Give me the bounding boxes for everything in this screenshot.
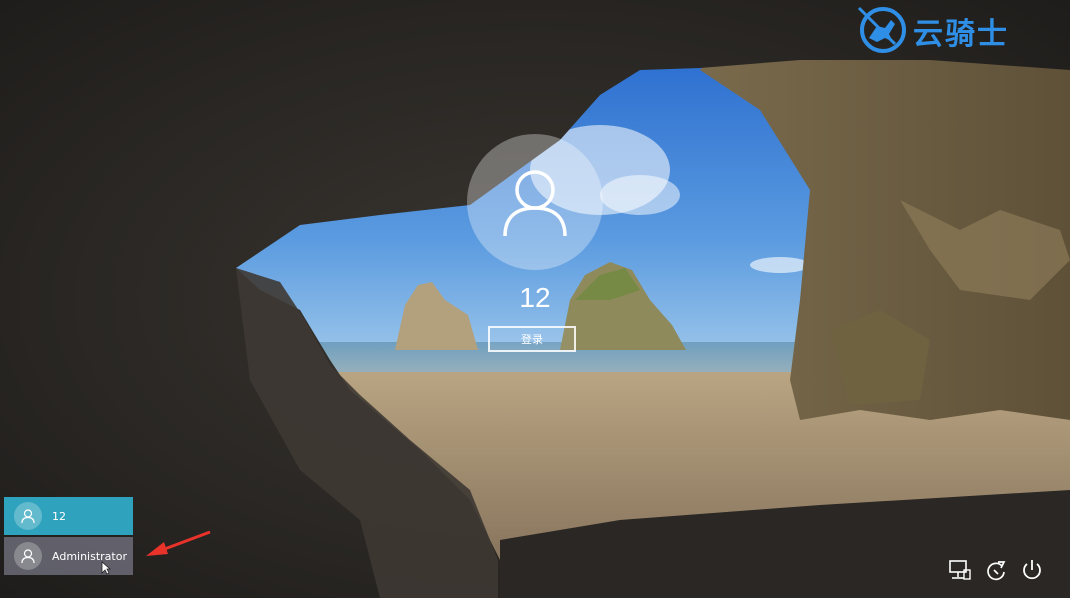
mouse-cursor-icon xyxy=(101,560,112,579)
system-icons xyxy=(948,558,1044,582)
user-avatar xyxy=(467,134,603,270)
user-item-label: Administrator xyxy=(52,549,127,563)
user-icon xyxy=(503,170,567,237)
user-item-label: 12 xyxy=(52,509,66,523)
sign-in-button[interactable]: 登录 xyxy=(488,326,576,352)
knight-logo-icon xyxy=(855,4,907,58)
user-item-12[interactable]: 12 xyxy=(4,497,133,535)
username-label: 12 xyxy=(519,282,551,313)
accessibility-icon[interactable] xyxy=(984,558,1008,582)
user-item-administrator[interactable]: Administrator xyxy=(4,537,133,575)
user-switcher-list: 12 Administrator xyxy=(4,497,133,575)
annotation-arrow-icon xyxy=(140,528,215,564)
network-icon[interactable] xyxy=(948,558,972,582)
power-icon[interactable] xyxy=(1020,558,1044,582)
watermark: 云骑士 xyxy=(855,6,1050,56)
user-icon xyxy=(14,542,42,570)
user-icon xyxy=(14,502,42,530)
watermark-text: 云骑士 xyxy=(913,17,1009,52)
